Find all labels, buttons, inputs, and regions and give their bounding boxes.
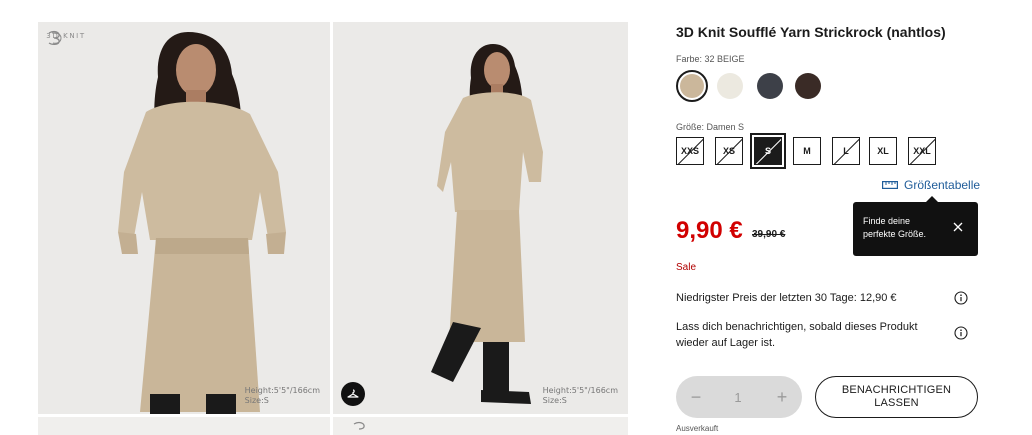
product-image-front[interactable]: 3D KNIT Height:5'5"/166cm Size:S: [38, 22, 330, 414]
size-label: Größe: Damen S: [676, 122, 745, 132]
3d-knit-badge: 3D KNIT: [46, 30, 86, 46]
color-swatch-dark-brown[interactable]: [792, 70, 824, 102]
color-label: Farbe: 32 BEIGE: [676, 54, 745, 64]
model-info: Height:5'5"/166cm Size:S: [543, 386, 618, 406]
product-gallery: 3D KNIT Height:5'5"/166cm Size:S Height:…: [38, 22, 628, 435]
info-icon[interactable]: [954, 291, 968, 305]
size-chart-label: Größentabelle: [904, 178, 981, 192]
product-image-walking[interactable]: Height:5'5"/166cm Size:S: [333, 22, 628, 414]
ruler-icon: [882, 181, 898, 189]
color-swatch-off-white[interactable]: [714, 70, 746, 102]
size-selector: XXS XS S M L XL XXL: [676, 133, 966, 169]
swatch-color: [680, 74, 704, 98]
model-illustration-walking: [333, 22, 628, 414]
size-chart-link[interactable]: Größentabelle: [882, 178, 980, 192]
color-swatch-beige[interactable]: [676, 70, 708, 102]
color-swatches: [676, 70, 836, 102]
quantity-increase-button[interactable]: +: [768, 376, 796, 418]
3d-knit-logo-icon: [48, 30, 62, 46]
size-option-l[interactable]: L: [832, 137, 860, 165]
model-height: Height:5'5"/166cm: [542, 386, 618, 395]
restock-notify-info: Lass dich benachrichtigen, sobald dieses…: [676, 321, 918, 349]
model-illustration-front: [38, 22, 330, 414]
next-image-preview[interactable]: [333, 417, 628, 435]
original-price: 39,90 €: [752, 229, 786, 240]
swatch-color: [717, 73, 743, 99]
model-size: Size:S: [542, 396, 567, 405]
swatch-color: [757, 73, 783, 99]
size-option-xxs[interactable]: XXS: [676, 137, 704, 165]
lowest-price-info: Niedrigster Preis der letzten 30 Tage: 1…: [676, 292, 897, 304]
try-on-button[interactable]: [341, 382, 365, 406]
3d-knit-logo-icon: [353, 421, 365, 430]
quantity-value: 1: [734, 389, 742, 405]
close-icon[interactable]: [952, 221, 964, 233]
size-finder-tooltip: Finde deine perfekte Größe.: [853, 196, 978, 256]
quantity-decrease-button[interactable]: −: [682, 376, 710, 418]
size-option-xxl[interactable]: XXL: [908, 137, 936, 165]
sale-label: Sale: [676, 262, 697, 273]
size-option-m[interactable]: M: [793, 137, 821, 165]
next-image-preview[interactable]: [38, 417, 330, 435]
tooltip-text: Finde deine perfekte Größe.: [863, 216, 927, 239]
notify-me-button[interactable]: BENACHRICHTIGEN LASSEN: [815, 376, 978, 418]
size-option-xl[interactable]: XL: [869, 137, 897, 165]
size-option-xs[interactable]: XS: [715, 137, 743, 165]
product-title: 3D Knit Soufflé Yarn Strickrock (nahtlos…: [676, 24, 946, 40]
current-price: 9,90 €: [676, 217, 743, 244]
size-option-s[interactable]: S: [750, 133, 786, 169]
model-size: Size:S: [244, 396, 269, 405]
swatch-color: [795, 73, 821, 99]
quantity-stepper: − 1 +: [676, 376, 802, 418]
info-icon[interactable]: [954, 326, 968, 340]
model-info: Height:5'5"/166cm Size:S: [245, 386, 320, 406]
model-height: Height:5'5"/166cm: [244, 386, 320, 395]
hanger-icon: [347, 389, 359, 398]
notify-button-label: BENACHRICHTIGEN LASSEN: [841, 384, 952, 409]
sold-out-label: Ausverkauft: [676, 424, 719, 433]
color-swatch-dark-gray[interactable]: [754, 70, 786, 102]
